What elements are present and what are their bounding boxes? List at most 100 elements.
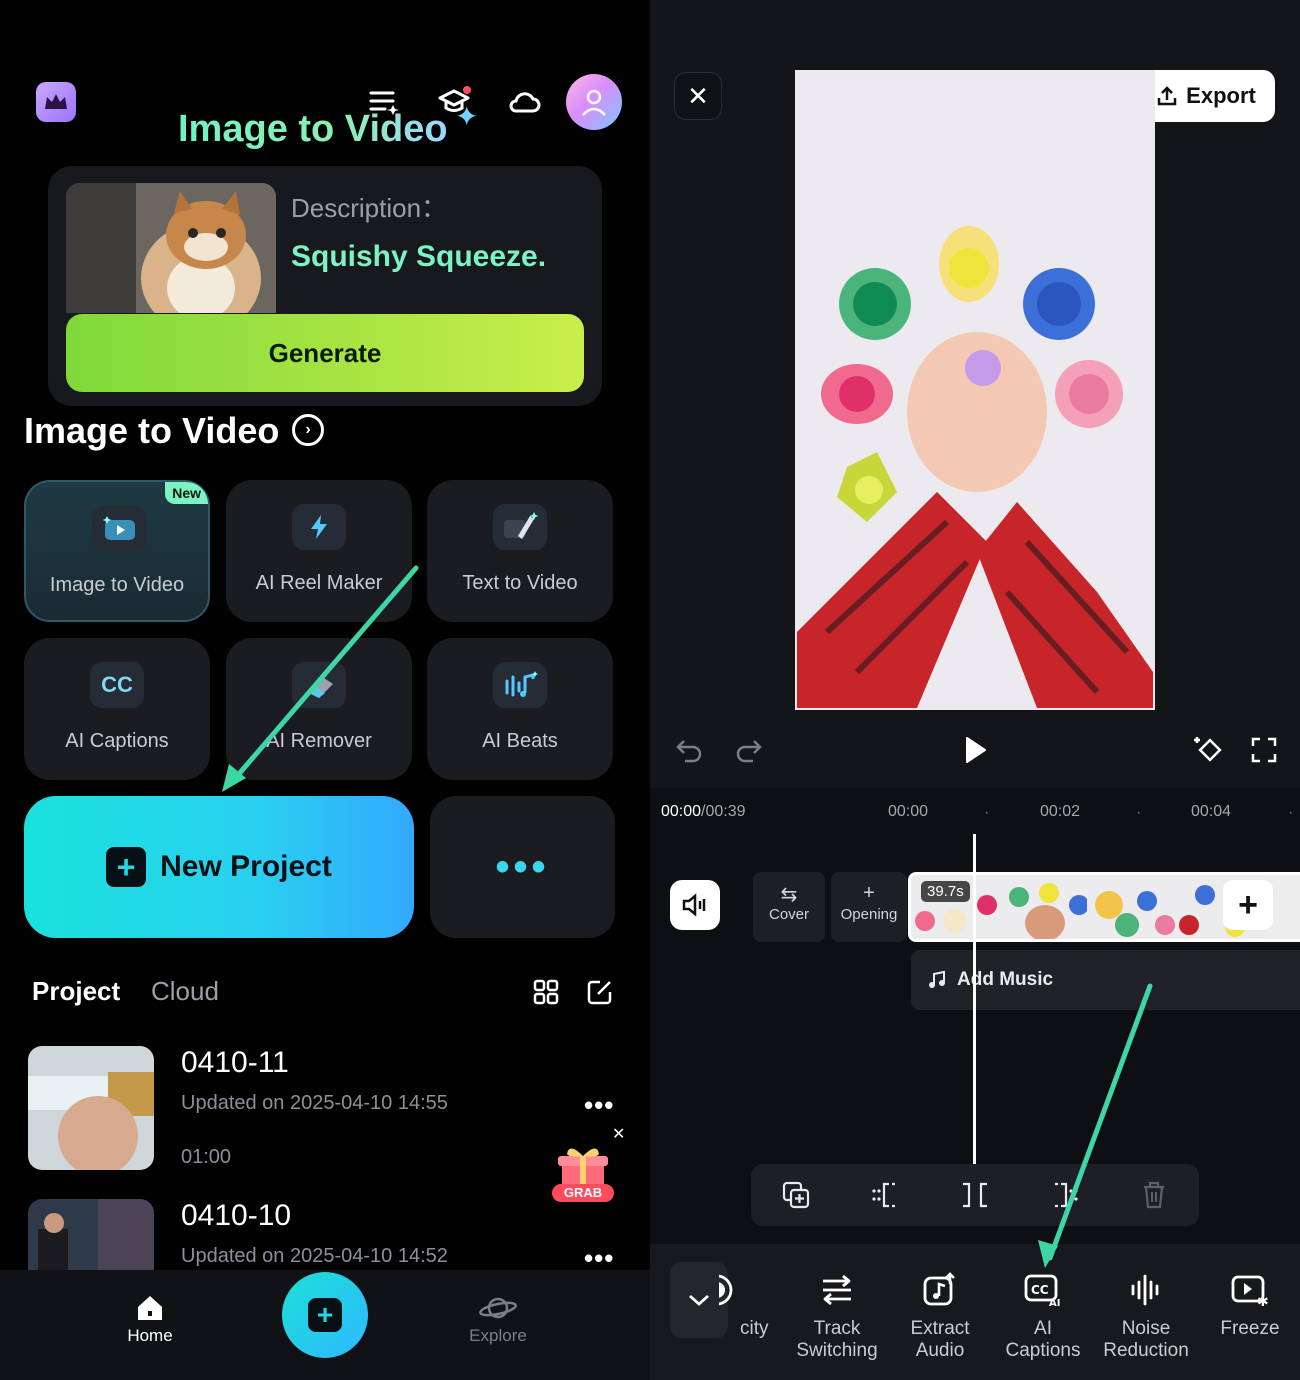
tool-label: Track Switching [796, 1318, 878, 1361]
home-icon [90, 1290, 210, 1326]
eraser-icon [292, 662, 346, 708]
generate-button[interactable]: Generate [66, 314, 584, 392]
tool-ai-captions[interactable]: CC AI AI Captions [993, 1268, 1093, 1362]
playhead[interactable] [973, 834, 976, 1164]
freeze-icon: ✱ [1200, 1268, 1300, 1312]
section-title[interactable]: Image to Video [24, 410, 279, 452]
home-screen: Image to Video ✦ Description： Squishy Sq… [0, 0, 650, 1380]
duplicate-icon[interactable] [776, 1175, 816, 1215]
ai-captions-icon: CC AI [993, 1268, 1093, 1312]
premium-crown-icon[interactable] [36, 82, 76, 122]
add-music-button[interactable]: Add Music [911, 950, 1300, 1010]
create-button[interactable]: + [282, 1272, 368, 1358]
cover-button[interactable]: ⇆ Cover [753, 872, 825, 942]
tool-noise-reduction[interactable]: Noise Reduction [1096, 1268, 1196, 1362]
tool-image-to-video[interactable]: New Image to Video [24, 480, 210, 622]
undo-icon[interactable] [668, 730, 708, 770]
nav-home[interactable]: Home [90, 1290, 210, 1346]
add-music-label: Add Music [957, 969, 1054, 990]
project-more-icon[interactable]: ••• [584, 1090, 614, 1121]
redo-icon[interactable] [730, 730, 770, 770]
export-button[interactable]: Export [1137, 70, 1275, 122]
plus-icon: + [308, 1298, 342, 1332]
grab-badge[interactable]: GRAB [552, 1184, 614, 1202]
ruler-dot: · [984, 804, 990, 821]
noise-reduction-icon [1096, 1268, 1196, 1312]
tool-label: city [740, 1318, 769, 1339]
tool-freeze[interactable]: ✱ Freeze [1200, 1268, 1300, 1340]
opening-label: Opening [840, 906, 898, 923]
tool-text-to-video[interactable]: Text to Video [427, 480, 613, 622]
keyframe-icon[interactable] [1188, 730, 1228, 770]
timecode-total: /00:39 [701, 803, 746, 820]
tool-label: Freeze [1220, 1318, 1280, 1339]
close-icon[interactable]: ✕ [612, 1124, 625, 1144]
tool-label: AI Captions [65, 730, 169, 752]
svg-text:AI: AI [1049, 1298, 1060, 1308]
cloud-icon[interactable] [504, 82, 544, 122]
speaker-icon [682, 893, 706, 917]
tool-track-switching[interactable]: Track Switching [787, 1268, 887, 1362]
timecode-current: 00:00 [661, 803, 702, 820]
svg-text:CC: CC [1031, 1283, 1049, 1297]
tab-cloud[interactable]: Cloud [151, 976, 219, 1007]
editor-screen: ✕ Export 00:00/00:39 00:00 · 00:02 · 00:… [650, 0, 1300, 1380]
description-text: Squishy Squeeze. [291, 240, 547, 273]
project-duration: 01:00 [181, 1146, 232, 1168]
clip-edit-toolbar [751, 1164, 1199, 1226]
ruler-dot: · [1288, 804, 1294, 821]
clip-frame [999, 875, 1087, 939]
fullscreen-icon[interactable] [1244, 730, 1284, 770]
tool-label: Noise Reduction [1103, 1318, 1189, 1361]
delete-icon[interactable] [1134, 1175, 1174, 1215]
avatar[interactable] [566, 74, 622, 130]
lightning-icon [292, 504, 346, 550]
tool-opacity[interactable]: city [704, 1268, 774, 1340]
chevron-right-icon[interactable]: › [292, 414, 324, 446]
tool-ai-beats[interactable]: AI Beats [427, 638, 613, 780]
trim-left-icon[interactable] [865, 1175, 905, 1215]
close-button[interactable]: ✕ [674, 72, 722, 120]
project-thumbnail[interactable] [28, 1046, 154, 1170]
tool-label: AI Reel Maker [255, 572, 383, 594]
tool-label: AI Beats [482, 730, 558, 752]
nav-explore-label: Explore [469, 1326, 527, 1345]
pencil-sparkle-icon [493, 504, 547, 550]
mute-audio-button[interactable] [670, 880, 720, 930]
nav-home-label: Home [127, 1326, 173, 1345]
grid-view-icon[interactable] [532, 978, 560, 1006]
project-title[interactable]: 0410-10 [181, 1199, 291, 1233]
opening-button[interactable]: + Opening [831, 872, 907, 942]
tool-ai-remover[interactable]: AI Remover [226, 638, 412, 780]
cc-icon: CC [90, 662, 144, 708]
clip-duration: 39.7s [921, 881, 970, 902]
music-beats-icon [493, 662, 547, 708]
add-clip-button[interactable]: + [1223, 880, 1273, 930]
play-icon[interactable] [955, 730, 995, 770]
opacity-icon [704, 1268, 774, 1312]
tool-ai-reel-maker[interactable]: AI Reel Maker [226, 480, 412, 622]
more-tools-button[interactable]: ••• [430, 796, 615, 938]
tool-label: Extract Audio [910, 1318, 970, 1361]
tab-project[interactable]: Project [32, 976, 120, 1007]
planet-icon [438, 1290, 558, 1326]
new-project-button[interactable]: + New Project [24, 796, 414, 938]
extract-audio-icon [890, 1268, 990, 1312]
image-to-video-icon [92, 506, 146, 552]
music-note-icon [929, 970, 945, 988]
svg-text:✱: ✱ [1257, 1294, 1269, 1308]
export-label: Export [1186, 83, 1256, 108]
tool-extract-audio[interactable]: Extract Audio [890, 1268, 990, 1362]
project-title[interactable]: 0410-11 [181, 1046, 289, 1080]
banner-title: Image to Video [178, 108, 448, 150]
nav-explore[interactable]: Explore [438, 1290, 558, 1346]
trim-right-icon[interactable] [1045, 1175, 1085, 1215]
ruler-dot: · [1136, 804, 1142, 821]
video-preview[interactable] [795, 70, 1155, 710]
edit-icon[interactable] [586, 978, 614, 1006]
swap-icon: ⇆ [780, 884, 798, 906]
split-icon[interactable] [955, 1175, 995, 1215]
tool-ai-captions[interactable]: CC AI Captions [24, 638, 210, 780]
ruler-tick: 00:00 [888, 803, 929, 820]
tool-label: Image to Video [49, 574, 185, 596]
